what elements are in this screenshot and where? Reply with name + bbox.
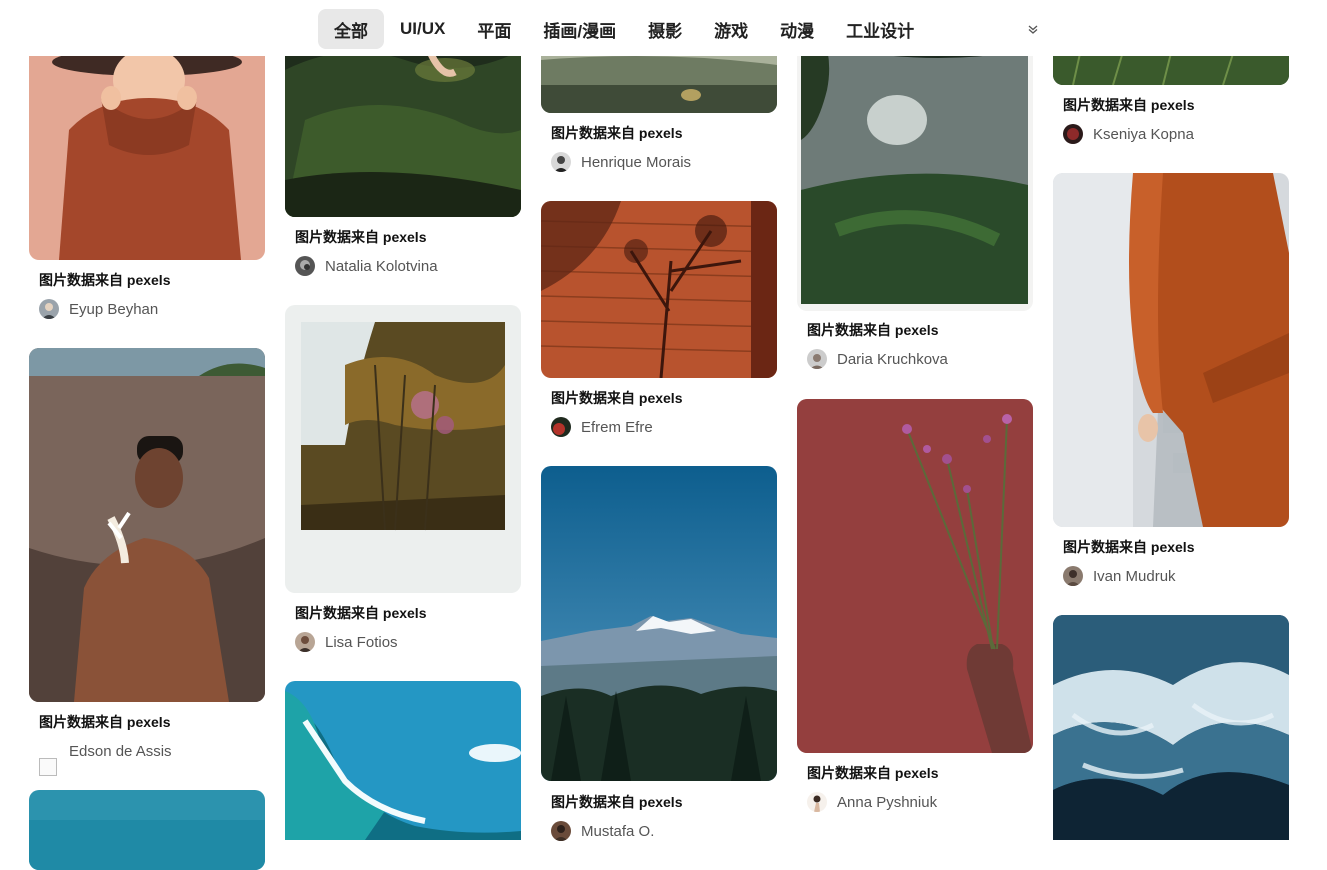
card-meta: 图片数据来自 pexels Anna Pyshniuk — [807, 763, 939, 812]
tab-anime[interactable]: 动漫 — [764, 9, 830, 49]
author-name: Lisa Fotios — [325, 633, 398, 651]
photo-image[interactable] — [285, 681, 521, 840]
photo-image[interactable] — [541, 466, 777, 781]
author-avatar — [551, 152, 571, 172]
card-author[interactable]: Henrique Morais — [551, 152, 691, 172]
card-meta: 图片数据来自 pexels Henrique Morais — [551, 123, 691, 172]
photo-image[interactable] — [29, 790, 265, 870]
photo-image[interactable] — [285, 305, 521, 593]
card-author[interactable]: Efrem Efre — [551, 417, 653, 437]
card-title: 图片数据来自 pexels — [1063, 97, 1195, 113]
card-author[interactable]: Daria Kruchkova — [807, 349, 948, 369]
card-title: 图片数据来自 pexels — [1063, 539, 1195, 555]
photo-image[interactable] — [1053, 173, 1289, 527]
card-meta: 图片数据来自 pexels Ivan Mudruk — [1063, 537, 1195, 586]
author-name: Natalia Kolotvina — [325, 257, 438, 275]
card-author[interactable]: Eyup Beyhan — [39, 299, 158, 319]
author-name: Efrem Efre — [581, 418, 653, 436]
card-meta: 图片数据来自 pexels Efrem Efre — [551, 388, 683, 437]
tab-industrial-design[interactable]: 工业设计 — [830, 9, 930, 49]
tab-graphic[interactable]: 平面 — [461, 9, 527, 49]
author-name: Kseniya Kopna — [1093, 125, 1194, 143]
card-meta: 图片数据来自 pexels Lisa Fotios — [295, 603, 427, 652]
card-title: 图片数据来自 pexels — [39, 272, 171, 288]
card-title: 图片数据来自 pexels — [39, 714, 171, 730]
card-title: 图片数据来自 pexels — [807, 322, 939, 338]
card-author[interactable]: Anna Pyshniuk — [807, 792, 937, 812]
author-avatar — [39, 299, 59, 319]
card-meta: 图片数据来自 pexels Daria Kruchkova — [807, 320, 948, 369]
author-name: Eyup Beyhan — [69, 300, 159, 318]
card-title: 图片数据来自 pexels — [295, 229, 427, 245]
author-name: Ivan Mudruk — [1093, 567, 1176, 585]
author-avatar — [1063, 566, 1083, 586]
photo-image[interactable] — [29, 348, 265, 702]
author-avatar — [1063, 124, 1083, 144]
card-meta: 图片数据来自 pexels Mustafa O. — [551, 792, 683, 841]
broken-image-icon — [39, 758, 57, 776]
author-avatar — [295, 632, 315, 652]
card-author[interactable]: Lisa Fotios — [295, 632, 398, 652]
photo-image[interactable] — [541, 201, 777, 378]
author-avatar — [551, 821, 571, 841]
photo-image[interactable] — [1053, 615, 1289, 840]
author-name: Anna Pyshniuk — [837, 793, 938, 811]
tab-games[interactable]: 游戏 — [698, 9, 764, 49]
tab-all[interactable]: 全部 — [318, 9, 384, 49]
card-title: 图片数据来自 pexels — [807, 765, 939, 781]
card-meta: 图片数据来自 pexels Edson de Assis — [39, 712, 172, 776]
author-avatar — [551, 417, 571, 437]
card-title: 图片数据来自 pexels — [551, 794, 683, 810]
card-author[interactable]: Edson de Assis — [39, 741, 172, 761]
card-meta: 图片数据来自 pexels Kseniya Kopna — [1063, 95, 1195, 144]
tab-photography[interactable]: 摄影 — [632, 9, 698, 49]
card-title: 图片数据来自 pexels — [551, 125, 683, 141]
card-author[interactable]: Mustafa O. — [551, 821, 654, 841]
author-avatar — [807, 349, 827, 369]
card-title: 图片数据来自 pexels — [551, 390, 683, 406]
card-author[interactable]: Natalia Kolotvina — [295, 256, 438, 276]
card-meta: 图片数据来自 pexels Eyup Beyhan — [39, 270, 171, 319]
chevron-double-down-icon[interactable] — [1024, 20, 1042, 38]
tab-illustration-comics[interactable]: 插画/漫画 — [527, 9, 632, 49]
card-meta: 图片数据来自 pexels Natalia Kolotvina — [295, 227, 438, 276]
author-name: Henrique Morais — [581, 153, 692, 171]
author-name: Edson de Assis — [69, 742, 172, 760]
author-name: Daria Kruchkova — [837, 350, 948, 368]
author-avatar — [295, 256, 315, 276]
author-name: Mustafa O. — [581, 822, 655, 840]
tab-ui-ux[interactable]: UI/UX — [384, 9, 461, 49]
category-tabs: 全部 UI/UX 平面 插画/漫画 摄影 游戏 动漫 工业设计 — [318, 9, 930, 49]
card-author[interactable]: Kseniya Kopna — [1063, 124, 1194, 144]
author-avatar — [807, 792, 827, 812]
card-author[interactable]: Ivan Mudruk — [1063, 566, 1176, 586]
category-nav: 全部 UI/UX 平面 插画/漫画 摄影 游戏 动漫 工业设计 — [0, 0, 1327, 56]
card-title: 图片数据来自 pexels — [295, 605, 427, 621]
photo-image[interactable] — [797, 399, 1033, 753]
